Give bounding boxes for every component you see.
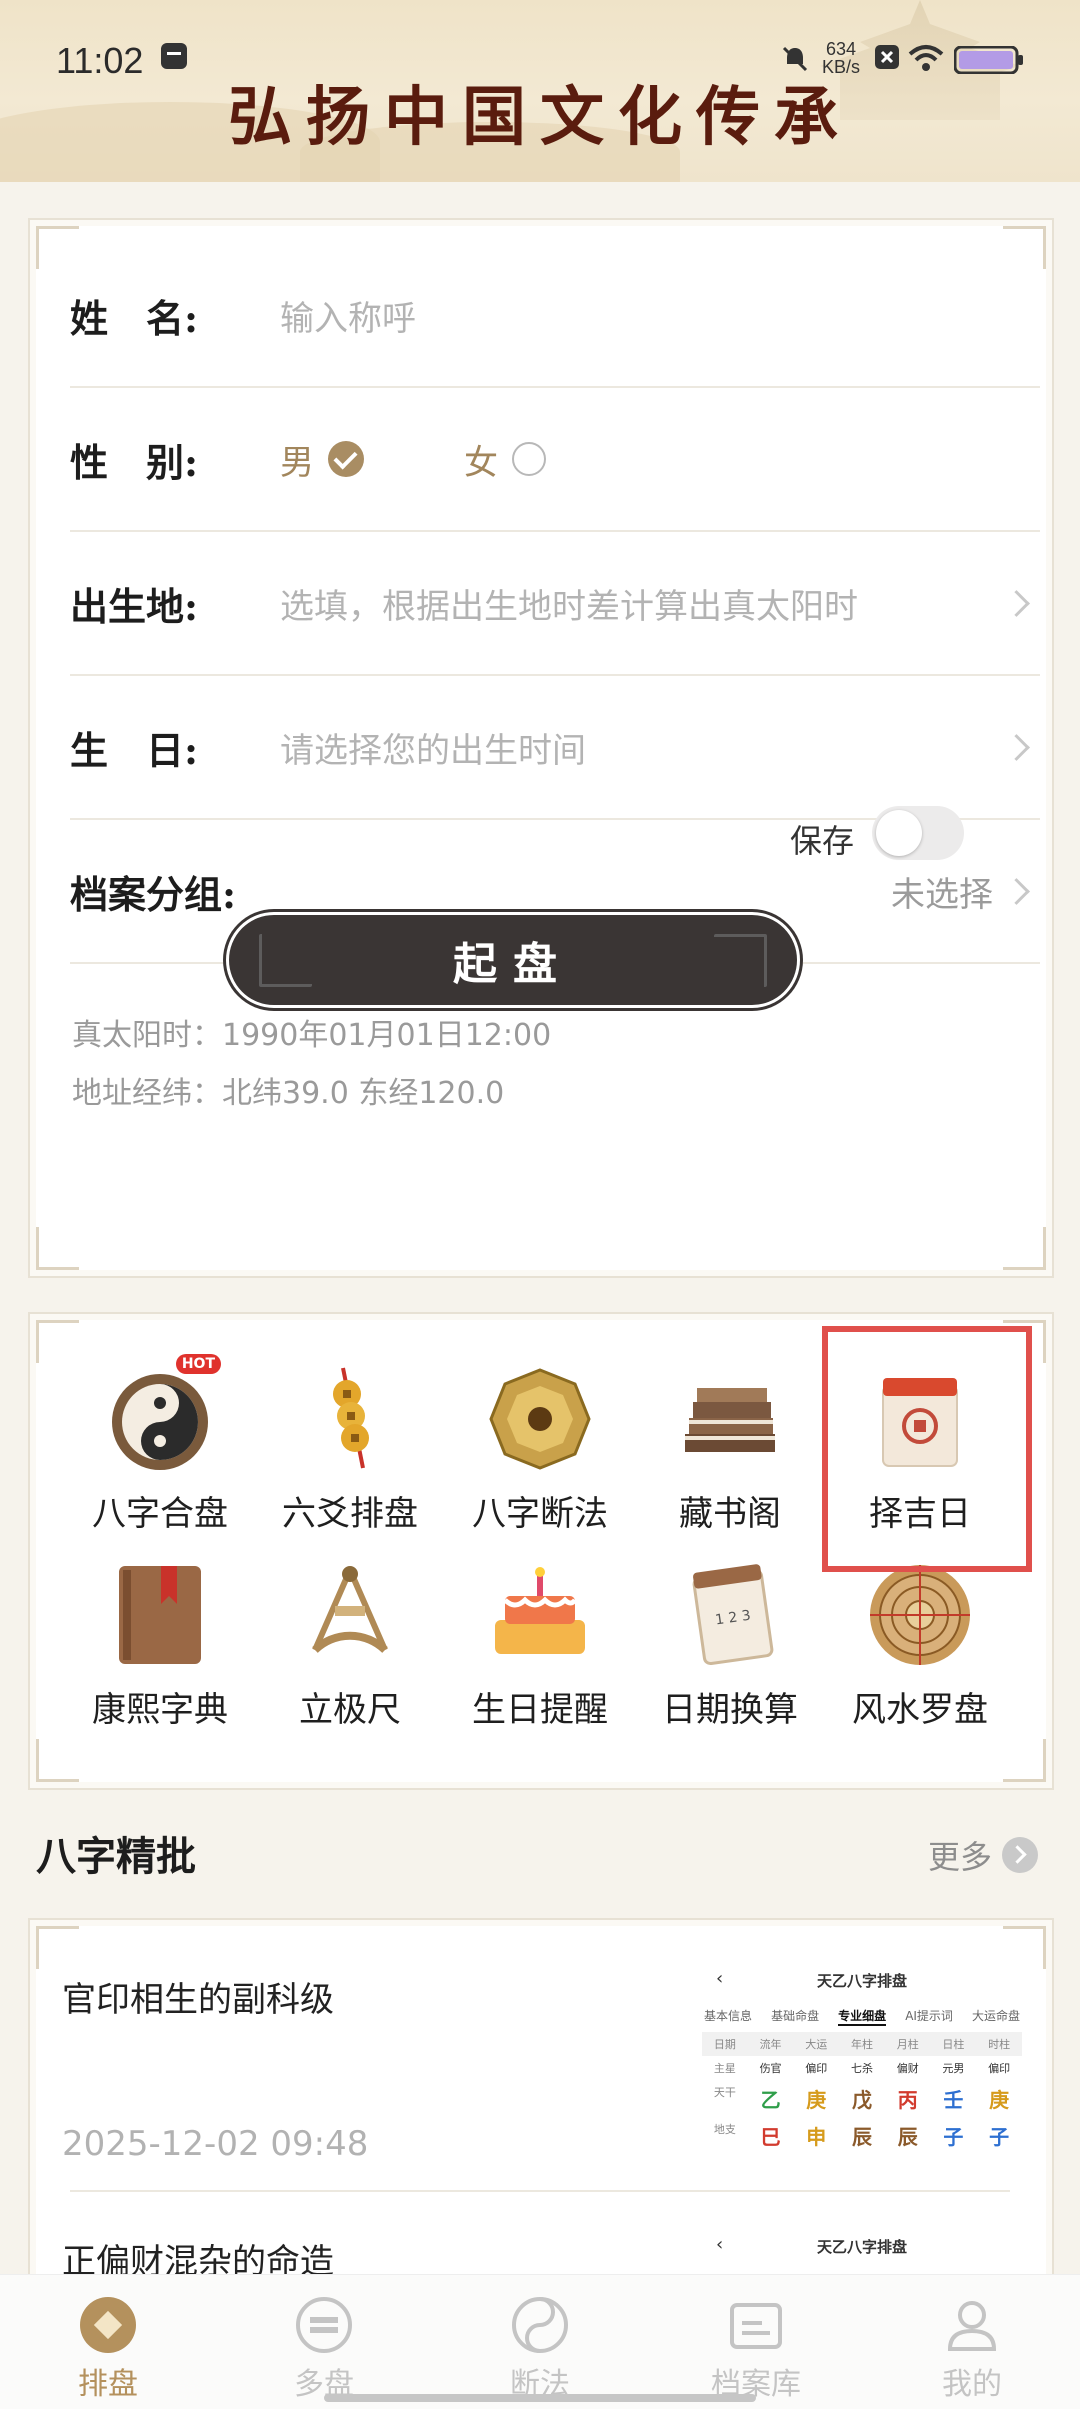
paipan-icon (78, 2295, 138, 2355)
tool-kangxi[interactable]: 康熙字典 (70, 1560, 250, 1731)
home-indicator[interactable] (324, 2394, 756, 2402)
tool-bazi-duanfa[interactable]: 八字断法 (450, 1364, 630, 1535)
tool-liuyao[interactable]: 六爻排盘 (260, 1364, 440, 1535)
nav-paipan[interactable]: 排盘 (38, 2295, 178, 2403)
chevron-right-icon (1002, 1837, 1039, 1873)
profile-icon (942, 2295, 1002, 2355)
birthday-input[interactable]: 请选择您的出生时间 (280, 723, 1007, 772)
name-row[interactable]: 姓 名: 输入称呼 (70, 244, 1040, 388)
birthday-label: 生 日: (70, 727, 199, 773)
nav-duanfa[interactable]: 断法 (470, 2295, 610, 2403)
coords-text: 地址经纬：北纬39.0 东经120.0 (72, 1076, 505, 1111)
gender-male-option[interactable]: 男 (280, 435, 364, 484)
birthplace-input[interactable]: 选填，根据出生地时差计算出真太阳时 (280, 579, 1007, 628)
hot-badge: HOT (175, 1354, 221, 1374)
section-title: 八字精批 (36, 1833, 196, 1880)
more-button[interactable]: 更多 (928, 1832, 1039, 1878)
group-value: 未选择 (891, 874, 993, 915)
article-title: 官印相生的副科级 (62, 1980, 334, 2020)
nav-archive[interactable]: 档案库 (686, 2295, 826, 2403)
solar-time-text: 真太阳时：1990年01月01日12:00 (72, 1018, 552, 1053)
tool-birthday-reminder[interactable]: 生日提醒 (450, 1560, 630, 1731)
bottom-nav: 排盘 多盘 断法 档案库 我的 (0, 2274, 1080, 2409)
tool-liji-ruler[interactable]: 立极尺 (260, 1560, 440, 1731)
name-label: 姓 名: (70, 295, 199, 341)
sextant-icon (295, 1560, 405, 1670)
chevron-right-icon (1003, 589, 1030, 617)
nav-duopan[interactable]: 多盘 (254, 2295, 394, 2403)
cake-icon (485, 1560, 595, 1670)
name-input[interactable]: 输入称呼 (280, 291, 1040, 340)
profile-form-card: 姓 名: 输入称呼 性 别: 男 女 出生地: 选填，根据出生地时差计算出真太阳… (28, 218, 1054, 1278)
checked-icon (328, 441, 364, 477)
duopan-icon (294, 2295, 354, 2355)
back-icon: ‹ (716, 1968, 724, 1989)
compass-icon (865, 1560, 975, 1670)
article-thumbnail: ‹ 天乙八字排盘 (702, 2232, 1022, 2272)
nav-profile[interactable]: 我的 (902, 2295, 1042, 2403)
ornament-icon (259, 933, 312, 987)
tool-bazi-hepan[interactable]: HOT 八字合盘 (70, 1354, 250, 1535)
start-chart-button[interactable]: 起盘 (226, 912, 800, 1008)
yin-yang-icon: HOT (105, 1354, 221, 1474)
birthplace-label: 出生地: (70, 583, 199, 629)
books-icon (675, 1364, 785, 1474)
gender-label: 性 别: (70, 439, 199, 485)
back-icon: ‹ (716, 2234, 724, 2255)
header-banner: 11:02 634 KB/s 弘扬中国文化传承 (0, 0, 1080, 182)
highlight-box (822, 1326, 1032, 1572)
article-thumbnail: ‹ 天乙八字排盘 基本信息 基础命盘 专业细盘 AI提示词 大运命盘 日期 流年大… (702, 1966, 1022, 2168)
gender-row: 性 别: 男 女 (70, 388, 1040, 532)
coins-icon (295, 1364, 405, 1474)
banner-slogan: 弘扬中国文化传承 (228, 80, 852, 155)
tool-library[interactable]: 藏书阁 (640, 1364, 820, 1535)
ornament-icon (714, 933, 767, 987)
chevron-right-icon (1003, 877, 1030, 905)
chevron-right-icon (1003, 733, 1030, 761)
group-label: 档案分组: (70, 871, 237, 917)
save-toggle[interactable] (872, 806, 964, 860)
radio-empty-icon (512, 442, 546, 476)
dictionary-icon (105, 1560, 215, 1670)
birthplace-row[interactable]: 出生地: 选填，根据出生地时差计算出真太阳时 (70, 532, 1040, 676)
date-calendar-icon: 1 2 3 (675, 1560, 785, 1670)
archive-icon (726, 2295, 786, 2355)
save-label: 保存 (790, 822, 855, 860)
tool-fengshui-compass[interactable]: 风水罗盘 (830, 1560, 1010, 1731)
tool-date-convert[interactable]: 1 2 3 日期换算 (640, 1560, 820, 1731)
article-date: 2025-12-02 09:48 (62, 2124, 369, 2164)
birthday-row[interactable]: 生 日: 请选择您的出生时间 (70, 676, 1040, 820)
taiji-icon (510, 2295, 570, 2355)
bagua-icon (485, 1364, 595, 1474)
gender-female-option[interactable]: 女 (464, 435, 546, 484)
